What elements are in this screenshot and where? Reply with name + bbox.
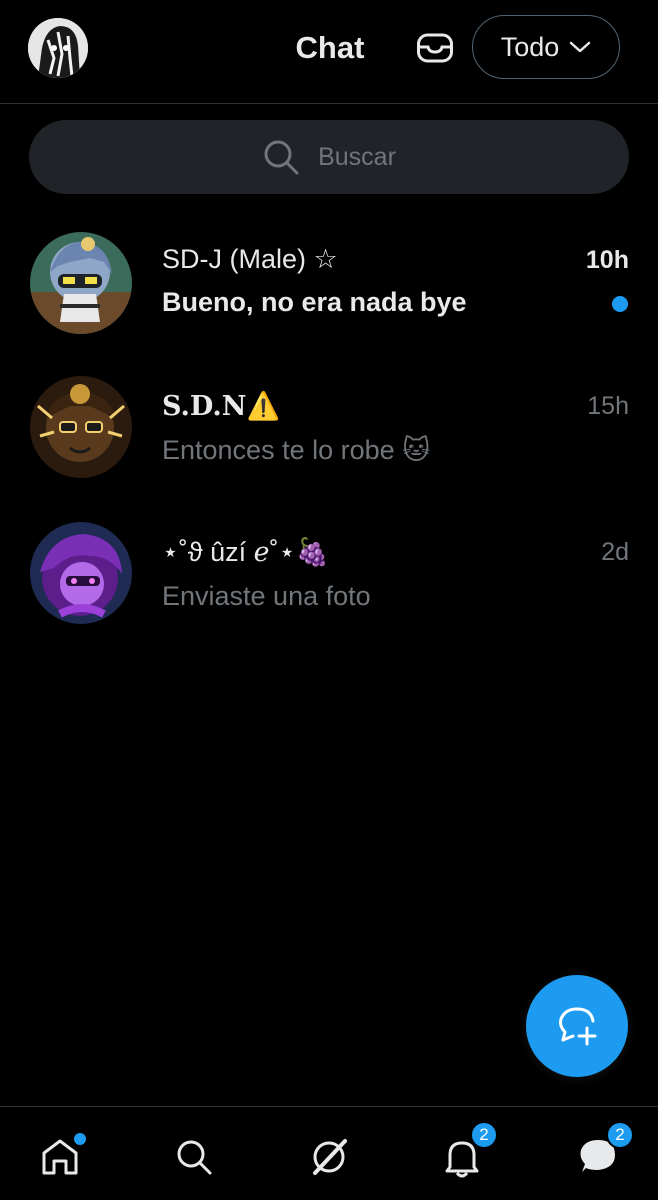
new-message-button[interactable] xyxy=(526,975,628,1077)
search-placeholder: Buscar xyxy=(318,142,396,171)
conversation-name: ⋆˚ϑ ûzí ℯ˚⋆🍇 xyxy=(162,537,330,567)
grok-icon xyxy=(313,1139,347,1175)
filter-dropdown[interactable]: Todo xyxy=(472,15,620,79)
nav-home[interactable] xyxy=(36,1133,86,1181)
unread-indicator xyxy=(612,296,628,312)
conversation-name: S.D.N⚠️ xyxy=(162,391,281,422)
avatar xyxy=(30,522,132,624)
search-icon xyxy=(177,1140,212,1175)
conversation-item[interactable]: SD-J (Male) ☆ 10h Bueno, no era nada bye xyxy=(0,212,658,352)
avatar-image xyxy=(30,232,132,334)
chevron-down-icon xyxy=(570,41,591,53)
avatar xyxy=(30,376,132,478)
conversation-preview: Entonces te lo robe 🐱 xyxy=(162,435,431,465)
home-unread-dot xyxy=(74,1133,86,1145)
message-requests-button[interactable] xyxy=(412,28,458,68)
conversation-time: 15h xyxy=(587,392,629,420)
nav-grok[interactable] xyxy=(305,1133,353,1181)
profile-avatar[interactable] xyxy=(28,18,88,78)
nav-messages[interactable]: 2 xyxy=(574,1121,634,1181)
top-header: Chat Todo xyxy=(0,0,658,104)
conversation-item[interactable]: S.D.N⚠️ 15h Entonces te lo robe 🐱 xyxy=(0,358,658,498)
bottom-navigation: 2 2 xyxy=(0,1106,658,1200)
profile-avatar-image xyxy=(28,18,88,78)
page-title: Chat xyxy=(295,30,365,65)
new-message-icon xyxy=(559,1007,597,1046)
conversation-item[interactable]: ⋆˚ϑ ûzí ℯ˚⋆🍇 2d Enviaste una foto xyxy=(0,504,658,644)
inbox-icon xyxy=(417,33,453,63)
conversation-time: 10h xyxy=(585,246,629,274)
avatar xyxy=(30,232,132,334)
avatar-image xyxy=(30,376,132,478)
conversation-time: 2d xyxy=(601,538,629,566)
search-icon xyxy=(264,140,299,175)
search-input[interactable]: Buscar xyxy=(29,120,629,194)
avatar-image xyxy=(30,522,132,624)
filter-label: Todo xyxy=(500,31,560,62)
conversation-name: SD-J (Male) ☆ xyxy=(162,244,338,274)
messages-badge: 2 xyxy=(606,1121,634,1149)
nav-notifications[interactable]: 2 xyxy=(438,1121,498,1181)
nav-search[interactable] xyxy=(170,1133,218,1181)
conversation-preview: Enviaste una foto xyxy=(162,581,371,611)
notifications-badge: 2 xyxy=(470,1121,498,1149)
conversation-preview: Bueno, no era nada bye xyxy=(162,287,467,317)
